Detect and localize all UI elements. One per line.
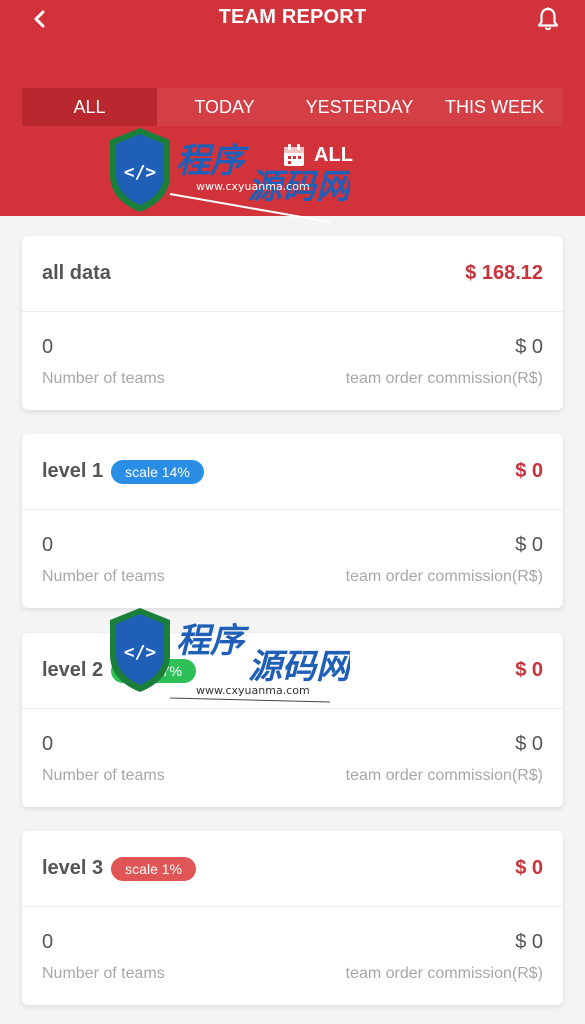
level-name: level 2: [42, 659, 104, 681]
bell-icon: [537, 7, 559, 31]
commission-label: team order commission(R$): [345, 370, 543, 387]
calendar-icon: [284, 144, 305, 166]
page-title: TEAM REPORT: [218, 6, 367, 28]
level-1-card: level 1 scale 14% $ 0 0 Number of teams …: [22, 434, 563, 608]
level-card-body: 0 Number of teams $ 0 team order commiss…: [22, 510, 563, 608]
commission-label: team order commission(R$): [345, 965, 543, 982]
commission-label: team order commission(R$): [345, 767, 543, 784]
summary-card-header: all data $ 168.12: [22, 236, 563, 312]
level-card-body: 0 Number of teams $ 0 team order commiss…: [22, 907, 563, 1005]
teams-label: Number of teams: [42, 370, 165, 387]
level-card-header: level 3 scale 1% $ 0: [22, 831, 563, 907]
level-amount: $ 0: [515, 857, 543, 879]
date-filter-label: ALL: [314, 143, 353, 166]
level-card-body: 0 Number of teams $ 0 team order commiss…: [22, 709, 563, 807]
summary-title: all data: [42, 262, 111, 284]
summary-card: all data $ 168.12 0 Number of teams $ 0 …: [22, 236, 563, 410]
period-tabs: ALL TODAY YESTERDAY THIS WEEK: [22, 88, 562, 126]
level-card-header: level 2 scale 7% $ 0: [22, 633, 563, 709]
commission-value: $ 0: [515, 534, 543, 556]
level-name: level 3: [42, 857, 104, 879]
tab-all[interactable]: ALL: [22, 88, 157, 126]
date-filter[interactable]: ALL: [0, 142, 585, 168]
level-card-header: level 1 scale 14% $ 0: [22, 434, 563, 510]
commission-value: $ 0: [515, 336, 543, 358]
summary-card-body: 0 Number of teams $ 0 team order commiss…: [22, 312, 563, 410]
commission-label: team order commission(R$): [345, 568, 543, 585]
notifications-button[interactable]: [531, 4, 565, 34]
level-2-card: level 2 scale 7% $ 0 0 Number of teams $…: [22, 633, 563, 807]
teams-count: 0: [42, 534, 54, 556]
tab-today[interactable]: TODAY: [157, 88, 292, 126]
level-amount: $ 0: [515, 460, 543, 482]
teams-label: Number of teams: [42, 568, 165, 585]
summary-amount: $ 168.12: [465, 262, 543, 284]
level-3-card: level 3 scale 1% $ 0 0 Number of teams $…: [22, 831, 563, 1005]
commission-value: $ 0: [515, 931, 543, 953]
teams-count: 0: [42, 931, 54, 953]
level-name: level 1: [42, 460, 104, 482]
teams-label: Number of teams: [42, 767, 165, 784]
tab-yesterday[interactable]: YESTERDAY: [292, 88, 427, 126]
level-amount: $ 0: [515, 659, 543, 681]
scale-badge: scale 14%: [111, 459, 204, 484]
scale-badge: scale 7%: [111, 658, 196, 683]
scale-badge: scale 1%: [111, 856, 196, 881]
teams-count: 0: [42, 336, 54, 358]
teams-count: 0: [42, 733, 54, 755]
commission-value: $ 0: [515, 733, 543, 755]
teams-label: Number of teams: [42, 965, 165, 982]
tab-this-week[interactable]: THIS WEEK: [427, 88, 562, 126]
header-bar: TEAM REPORT ALL TODAY YESTERDAY THIS WEE…: [0, 0, 585, 216]
